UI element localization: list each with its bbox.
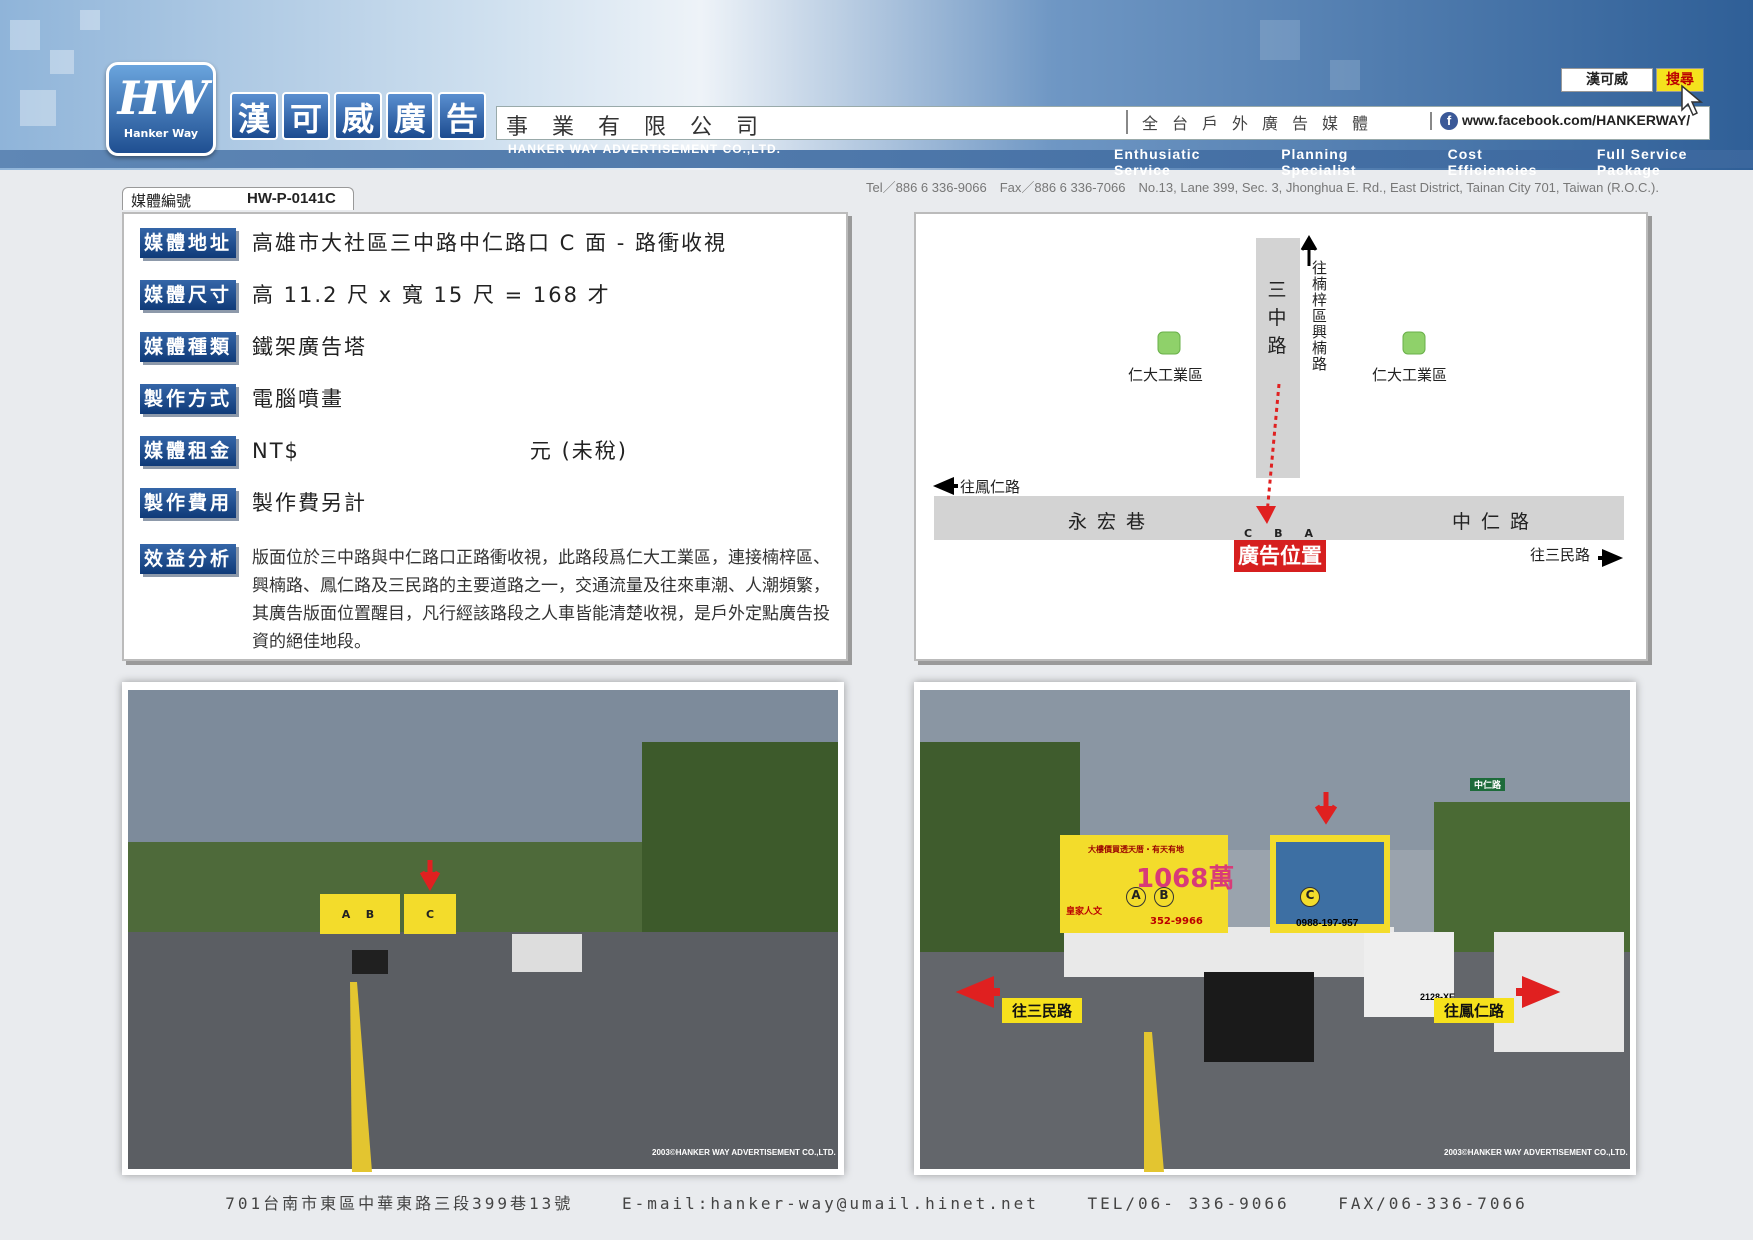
west-arrow-icon [932, 476, 958, 496]
info-label: 媒體尺寸 [140, 280, 236, 310]
park-label-left: 仁大工業區 [1128, 366, 1204, 384]
road-label-sanzhong: 三中路 [1267, 279, 1287, 357]
info-label: 媒體租金 [140, 436, 236, 466]
face-label: C [1244, 527, 1253, 540]
info-row-type: 媒體種類 鐵架廣告塔 [140, 332, 367, 362]
cursor-icon [1681, 84, 1704, 117]
billboard-c-phone: 0988-197-957 [1296, 918, 1359, 929]
street-sign: 中仁路 [1470, 778, 1506, 791]
facebook-link[interactable]: f www.facebook.com/HANKERWAY/ [1430, 112, 1690, 130]
pixel-deco [20, 90, 56, 126]
pixel-deco [10, 20, 40, 50]
east-arrow-icon [1598, 548, 1624, 568]
brand-char: 告 [438, 92, 486, 140]
contact-line: Tel／886 6 336-9066 Fax／886 6 336-7066 No… [866, 180, 1659, 195]
info-value: NT$ 元 (未稅) [252, 439, 628, 463]
site-photo-near[interactable]: 大樓價買透天厝・有天有地 1068萬 皇家人文 352-9966 0988-19… [914, 682, 1636, 1175]
media-id-tab: 媒體編號 HW-P-0141C [122, 187, 354, 210]
info-row-size: 媒體尺寸 高 11.2 尺 x 寬 15 尺 = 168 才 [140, 280, 611, 310]
face-markers: A B C [338, 908, 438, 924]
info-label: 製作費用 [140, 488, 236, 518]
brand-char: 威 [334, 92, 382, 140]
brand-name: 漢 可 威 廣 告 [230, 92, 486, 140]
photo-far-canvas [128, 690, 838, 1172]
taglines: Enthusiatic Service Planning Specialist … [1114, 146, 1753, 178]
direction-label-sanmin: 往三民路 [1002, 998, 1083, 1023]
company-name-en: HANKER WAY ADVERTISEMENT CO.,LTD. [508, 142, 782, 156]
logo-subtext: Hanker Way [123, 127, 199, 140]
location-map: 三中路 往楠梓區興楠路 仁大工業區 仁大工業區 往鳳仁路 永宏巷 中仁路 C B… [914, 212, 1648, 661]
face-marker: B [1154, 887, 1174, 907]
pixel-deco [80, 10, 100, 30]
slogan: 全台戶外廣告媒體 [1126, 110, 1382, 134]
photo-credit: 2003©HANKER WAY ADVERTISEMENT CO.,LTD. [652, 1148, 836, 1157]
info-row-analysis: 效益分析 版面位於三中路與中仁路口正路衝收視，此路段爲仁大工業區，連接楠梓區、興… [140, 544, 832, 656]
brand-char: 可 [282, 92, 330, 140]
company-name-cn: 事業有限公司 [506, 115, 783, 140]
tagline: Cost Efficiencies [1447, 146, 1538, 178]
direction-label-fengren: 往鳳仁路 [1434, 998, 1515, 1023]
site-photo-far[interactable]: A B C 2003©HANKER WAY ADVERTISEMENT CO.,… [122, 682, 844, 1175]
billboard-a-brand: 皇家人文 [1066, 907, 1103, 917]
billboard-a-text: 大樓價買透天厝・有天有地 [1088, 845, 1184, 854]
footer-tel: TEL/06- 336-9066 [1087, 1194, 1290, 1213]
info-label: 製作方式 [140, 384, 236, 414]
footer-email[interactable]: E-mail:hanker-way@umail.hinet.net [622, 1194, 1039, 1213]
tagline: Enthusiatic Service [1114, 146, 1201, 178]
face-label: B [1274, 527, 1283, 540]
north-direction-label: 往楠梓區興楠路 [1312, 259, 1328, 373]
ad-position-badge: 廣告位置 [1234, 540, 1326, 572]
west-direction-label: 往鳳仁路 [960, 478, 1021, 496]
header-banner [0, 0, 1753, 170]
info-row-rent: 媒體租金 NT$ 元 (未稅) [140, 436, 628, 466]
info-label: 效益分析 [140, 544, 236, 574]
info-row-production: 製作方式 電腦噴畫 [140, 384, 344, 414]
park-marker-icon [1157, 331, 1181, 355]
photo-credit: 2003©HANKER WAY ADVERTISEMENT CO.,LTD. [1444, 1148, 1628, 1157]
face-marker: B [362, 908, 378, 924]
tagline: Planning Specialist [1281, 146, 1357, 178]
road-label-yonghong: 永宏巷 [1068, 511, 1156, 533]
face-marker: A [1126, 887, 1146, 907]
park-label-right: 仁大工業區 [1372, 366, 1448, 384]
media-id-value: HW-P-0141C [247, 190, 336, 207]
info-value: 電腦噴畫 [252, 387, 344, 411]
footer-fax: FAX/06-336-7066 [1338, 1194, 1528, 1213]
pixel-deco [1330, 60, 1360, 90]
footer: 701台南市東區中華東路三段399巷13號 E-mail:hanker-way@… [0, 1190, 1753, 1214]
search-input[interactable]: 漢可威 [1561, 68, 1653, 92]
brand-char: 廣 [386, 92, 434, 140]
media-id-label: 媒體編號 [131, 192, 192, 210]
road-label-zhongren: 中仁路 [1452, 511, 1540, 533]
face-marker: C [422, 908, 438, 924]
facebook-url: www.facebook.com/HANKERWAY/ [1462, 112, 1691, 128]
brand-char: 漢 [230, 92, 278, 140]
face-markers: A B C [1126, 887, 1320, 907]
info-row-cost: 製作費用 製作費另計 [140, 488, 367, 518]
info-value: 高雄市大社區三中路中仁路口 C 面 - 路衝收視 [252, 231, 727, 255]
facebook-icon: f [1440, 112, 1458, 130]
pixel-deco [50, 50, 74, 74]
east-direction-label: 往三民路 [1530, 546, 1591, 564]
photo-near-canvas [920, 690, 1630, 1172]
face-marker: C [1300, 887, 1320, 907]
info-value: 製作費另計 [252, 491, 367, 515]
info-row-address: 媒體地址 高雄市大社區三中路中仁路口 C 面 - 路衝收視 [140, 228, 727, 258]
pixel-deco [1260, 20, 1300, 60]
info-label: 媒體地址 [140, 228, 236, 258]
logo-text: HW [117, 71, 208, 125]
info-label: 媒體種類 [140, 332, 236, 362]
park-marker-icon [1402, 331, 1426, 355]
face-label: A [1304, 527, 1313, 540]
info-value: 高 11.2 尺 x 寬 15 尺 = 168 才 [252, 283, 611, 307]
info-panel: 媒體地址 高雄市大社區三中路中仁路口 C 面 - 路衝收視 媒體尺寸 高 11.… [122, 212, 848, 661]
face-marker: A [338, 908, 354, 924]
footer-address: 701台南市東區中華東路三段399巷13號 [225, 1194, 574, 1213]
tagline: Full Service Package [1596, 146, 1688, 178]
face-labels: C B A [1244, 527, 1313, 540]
billboard-a-phone: 352-9966 [1150, 916, 1203, 927]
info-paragraph: 版面位於三中路與中仁路口正路衝收視，此路段爲仁大工業區，連接楠梓區、興楠路、鳳仁… [252, 548, 830, 652]
info-value: 鐵架廣告塔 [252, 335, 367, 359]
company-logo[interactable]: HW Hanker Way [106, 62, 216, 156]
